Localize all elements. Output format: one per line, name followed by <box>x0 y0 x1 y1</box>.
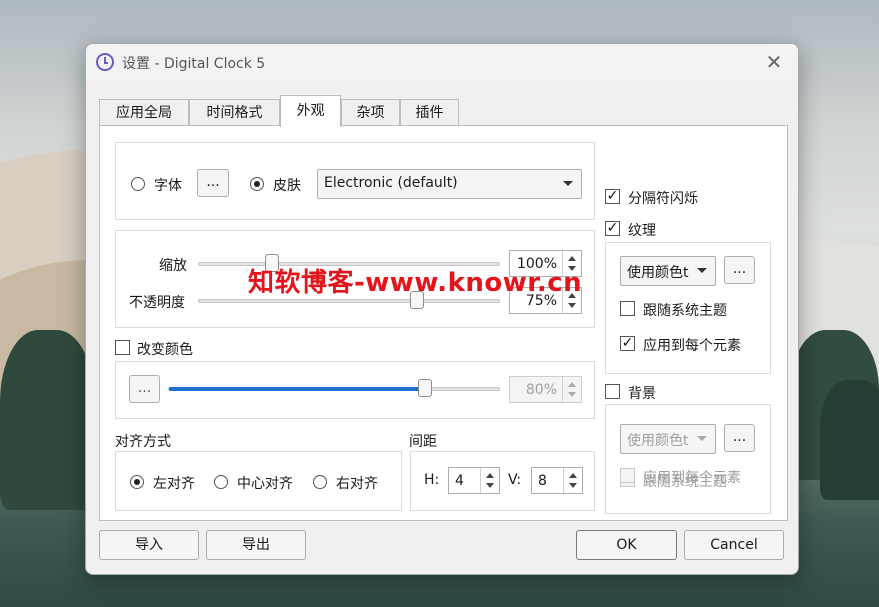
spacing-label: 间距 <box>409 434 437 450</box>
appearance-pane: 字体 ... 皮肤 Electronic (default) 缩放 100% 不… <box>99 125 788 521</box>
settings-dialog: 设置 - Digital Clock 5 ✕ 应用全局 时间格式 外观 杂项 插… <box>85 43 799 575</box>
down-arrow-icon <box>568 303 576 308</box>
font-skin-group: 字体 ... 皮肤 Electronic (default) <box>115 142 595 220</box>
change-color-label: 改变颜色 <box>137 342 193 358</box>
up-arrow-icon <box>568 256 576 261</box>
color-value: 80% <box>525 382 557 398</box>
spacing-group: H: 4 V: 8 <box>410 451 595 511</box>
tab-app-global[interactable]: 应用全局 <box>99 99 189 125</box>
import-button[interactable]: 导入 <box>99 530 199 560</box>
tab-plugins[interactable]: 插件 <box>400 99 459 125</box>
skin-select[interactable]: Electronic (default) <box>317 169 582 199</box>
h-spacing-label: H: <box>424 472 440 488</box>
v-spacing-spinbox[interactable]: 8 <box>531 467 583 494</box>
color-spinbox[interactable]: 80% <box>509 376 582 403</box>
zoom-label: 缩放 <box>159 258 187 274</box>
v-spacing-value: 8 <box>538 473 547 489</box>
texture-label: 纹理 <box>628 223 656 239</box>
watermark-text: 知软博客-www.knowr.cn <box>248 268 583 298</box>
clock-icon <box>96 53 114 71</box>
down-arrow-icon <box>569 483 577 488</box>
color-picker-button[interactable]: ... <box>129 375 160 403</box>
title-bar: 设置 - Digital Clock 5 ✕ <box>86 44 798 80</box>
texture-select-value: 使用颜色t <box>627 265 689 281</box>
chevron-down-icon <box>563 181 573 186</box>
cancel-button[interactable]: Cancel <box>684 530 784 560</box>
close-icon[interactable]: ✕ <box>762 50 786 74</box>
background-label: 背景 <box>628 386 656 402</box>
align-center-label: 中心对齐 <box>237 476 293 492</box>
align-right-label: 右对齐 <box>336 476 378 492</box>
separator-blink-checkbox[interactable]: ✓ <box>605 189 620 204</box>
font-browse-button[interactable]: ... <box>197 169 229 197</box>
texture-checkbox[interactable]: ✓ <box>605 221 620 236</box>
separator-blink-label: 分隔符闪烁 <box>628 191 698 207</box>
background-checkbox[interactable] <box>605 384 620 399</box>
color-stepper[interactable] <box>562 377 581 402</box>
texture-browse-button[interactable]: ... <box>724 256 755 284</box>
opacity-slider[interactable] <box>198 299 500 303</box>
ok-button[interactable]: OK <box>576 530 677 560</box>
color-slider-fill <box>169 387 427 391</box>
chevron-down-icon <box>697 268 707 273</box>
alignment-group: 左对齐 中心对齐 右对齐 <box>115 451 402 511</box>
up-arrow-icon <box>486 473 494 478</box>
texture-select[interactable]: 使用颜色t <box>620 256 716 286</box>
background-apply-each-label: 应用到每个元素 <box>643 470 741 486</box>
skin-select-value: Electronic (default) <box>324 175 458 191</box>
texture-follow-theme-label: 跟随系统主题 <box>643 303 727 319</box>
chevron-down-icon <box>697 436 707 441</box>
h-spacing-spinbox[interactable]: 4 <box>448 467 500 494</box>
texture-follow-theme-checkbox[interactable] <box>620 301 635 316</box>
background-apply-each-checkbox[interactable] <box>620 468 635 483</box>
export-button[interactable]: 导出 <box>206 530 306 560</box>
down-arrow-icon <box>568 392 576 397</box>
h-spacing-value: 4 <box>455 473 464 489</box>
font-label: 字体 <box>154 178 182 194</box>
skin-radio[interactable] <box>250 177 264 191</box>
change-color-group: ... 80% <box>115 361 595 419</box>
color-slider-thumb[interactable] <box>418 379 432 397</box>
window-title: 设置 - Digital Clock 5 <box>122 56 266 72</box>
tab-appearance[interactable]: 外观 <box>280 95 341 127</box>
alignment-label: 对齐方式 <box>115 434 171 450</box>
texture-group: 使用颜色t ... 跟随系统主题 ✓ 应用到每个元素 <box>605 242 771 374</box>
down-arrow-icon <box>486 483 494 488</box>
v-spacing-stepper[interactable] <box>563 468 582 493</box>
background-select[interactable]: 使用颜色t <box>620 424 716 454</box>
change-color-checkbox[interactable] <box>115 340 130 355</box>
up-arrow-icon <box>569 473 577 478</box>
opacity-label: 不透明度 <box>129 295 185 311</box>
color-slider[interactable] <box>168 387 500 391</box>
align-left-label: 左对齐 <box>153 476 195 492</box>
texture-apply-each-checkbox[interactable]: ✓ <box>620 336 635 351</box>
tab-misc[interactable]: 杂项 <box>341 99 400 125</box>
align-right-radio[interactable] <box>313 475 327 489</box>
texture-apply-each-label: 应用到每个元素 <box>643 338 741 354</box>
tab-time-format[interactable]: 时间格式 <box>189 99 280 125</box>
h-spacing-stepper[interactable] <box>480 468 499 493</box>
background-select-value: 使用颜色t <box>627 433 689 449</box>
skin-label: 皮肤 <box>273 178 301 194</box>
align-center-radio[interactable] <box>214 475 228 489</box>
align-left-radio[interactable] <box>130 475 144 489</box>
v-spacing-label: V: <box>508 472 522 488</box>
up-arrow-icon <box>568 382 576 387</box>
background-group: 使用颜色t ... 跟随系统主题 <box>605 404 771 514</box>
font-radio[interactable] <box>131 177 145 191</box>
background-browse-button[interactable]: ... <box>724 424 755 452</box>
